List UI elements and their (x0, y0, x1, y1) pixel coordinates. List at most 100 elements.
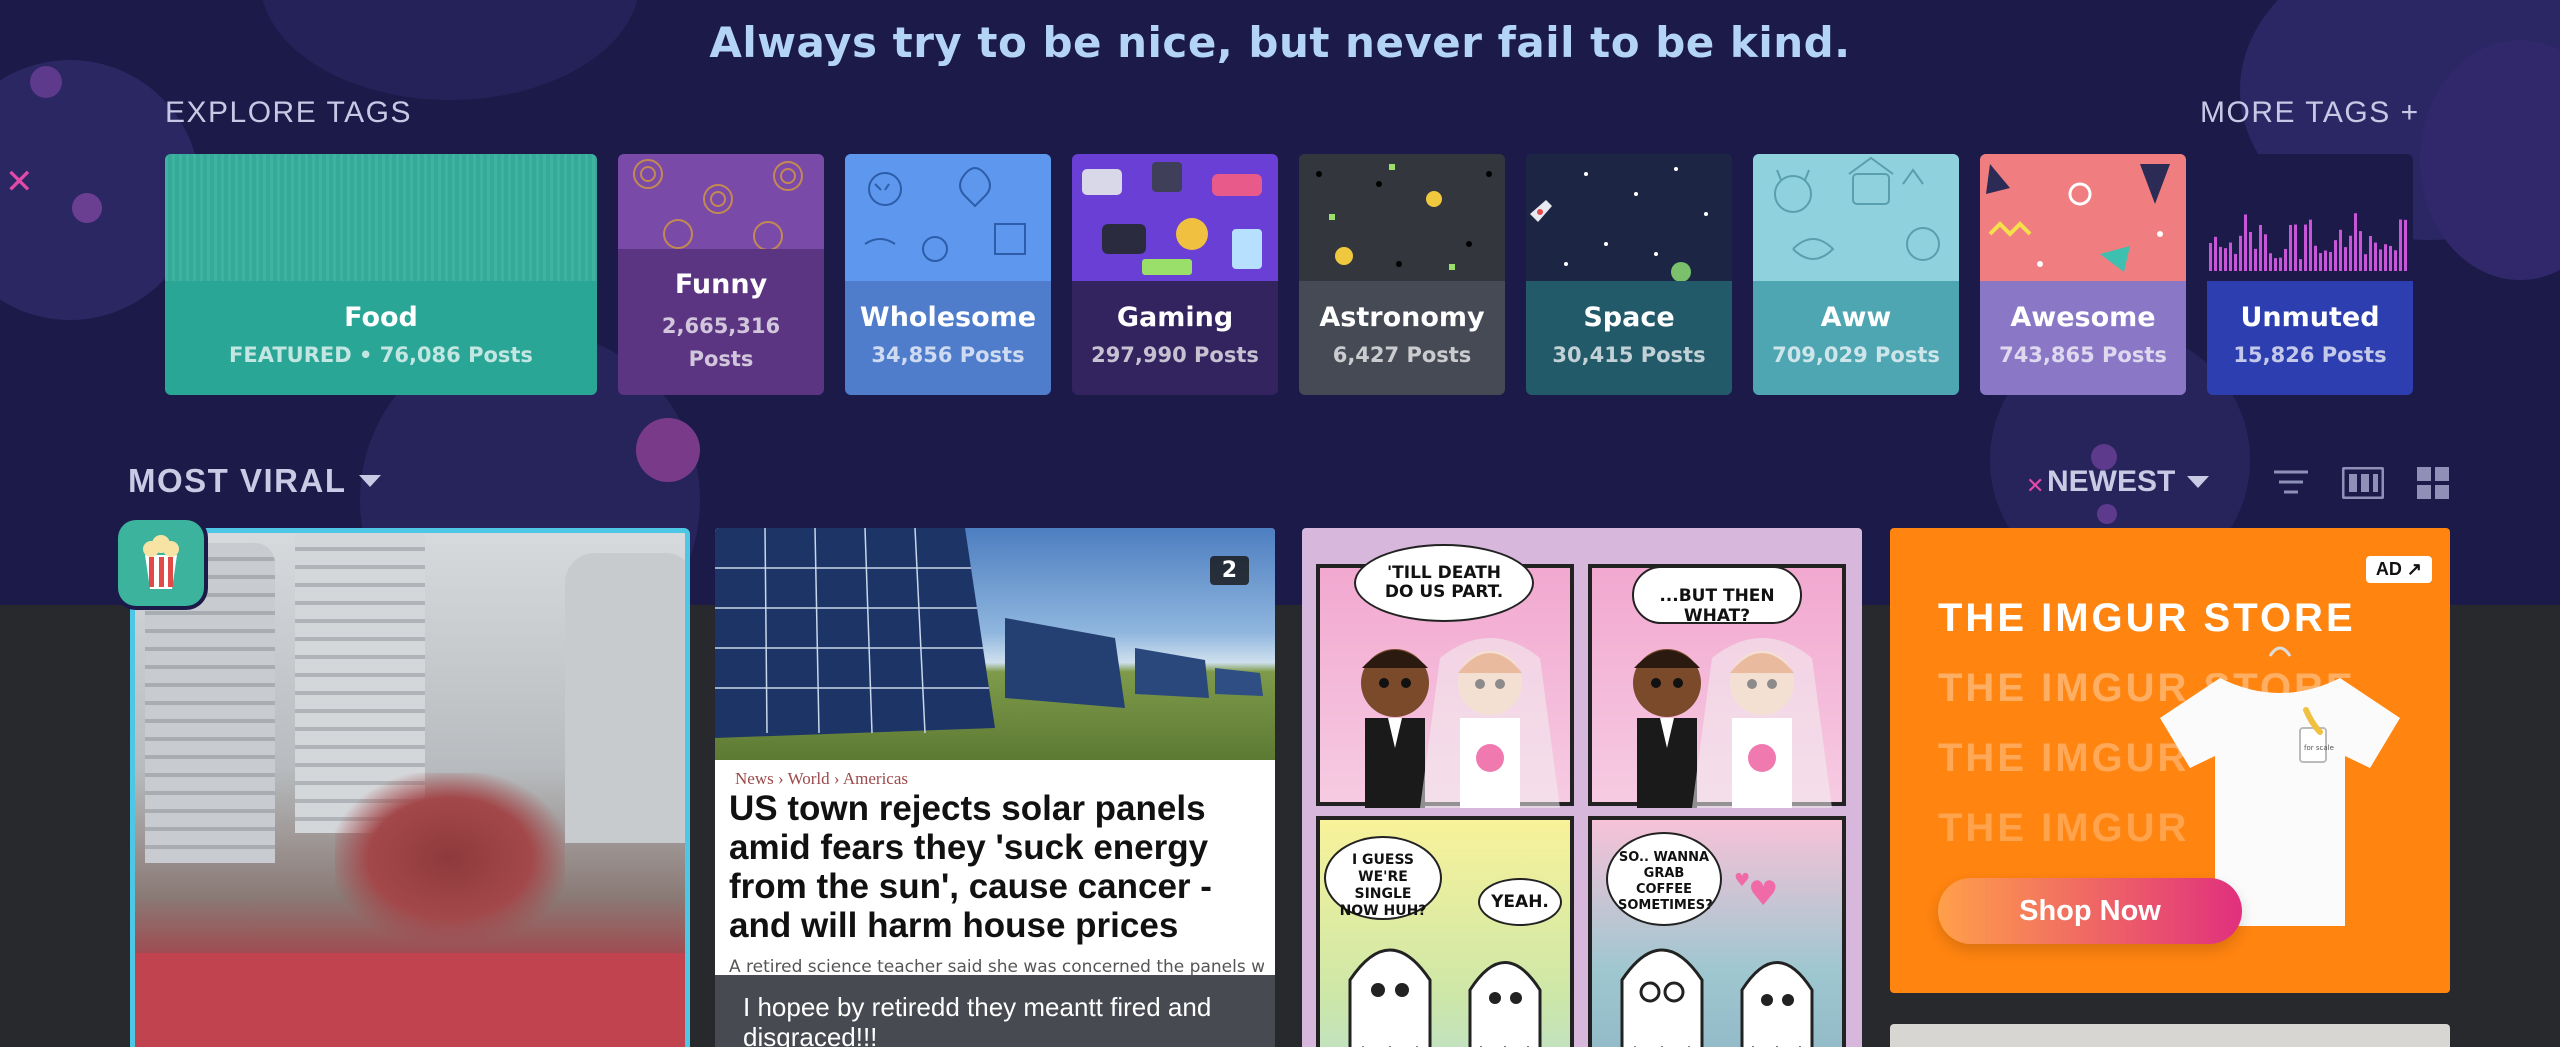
tag-card-awesome[interactable]: Awesome 743,865 Posts (1980, 154, 2186, 395)
heart-icon: ♥ (1734, 870, 1751, 891)
article-breadcrumb: News › World › Americas (735, 769, 908, 788)
tag-count: 297,990 Posts (1091, 343, 1259, 367)
post-card-next[interactable] (1890, 1024, 2450, 1047)
comic-panel: I GUESS WE'RE SINGLE NOW HUH? YEAH. (1316, 816, 1574, 1047)
wine-spill (335, 773, 565, 943)
food-tag-art (165, 154, 597, 281)
rocket-stars-icon (1530, 167, 1708, 281)
tag-name: Wholesome (859, 302, 1037, 333)
shop-now-button[interactable]: Shop Now (1938, 878, 2242, 944)
animals-pattern-icon (1774, 156, 1940, 261)
tag-card-astronomy[interactable]: Astronomy 6,427 Posts (1299, 154, 1505, 395)
ad-badge: AD ↗ (2365, 556, 2432, 583)
tag-name: Aww (1820, 302, 1892, 333)
unmuted-tag-art (2207, 154, 2413, 281)
sort-label: NEWEST (2047, 465, 2176, 498)
ghosts-drawing (1348, 948, 1542, 1047)
motto-text: Always try to be nice, but never fail to… (709, 18, 1851, 67)
couple-drawing (1633, 638, 1832, 808)
view-toggle-group (2272, 466, 2450, 500)
tag-count: 743,865 Posts (1999, 343, 2167, 367)
wholesome-tag-art (845, 154, 1051, 281)
tag-count-unit: Posts (688, 347, 754, 371)
awesome-tag-art (1980, 154, 2186, 281)
tag-count: 30,415 Posts (1552, 343, 1706, 367)
uniform-grid-icon[interactable] (2342, 467, 2384, 499)
store-title: THE IMGUR STORE (1938, 596, 2356, 640)
post-card-comic[interactable]: 'TILL DEATH DO US PART. ...BUT THEN WHAT… (1302, 528, 1862, 1047)
decor-dot (636, 418, 700, 482)
tag-card-funny[interactable]: Funny 2,665,316 Posts (618, 154, 824, 395)
chevron-down-icon (2187, 476, 2210, 488)
ad-badge-text: AD (2375, 559, 2402, 579)
waterfall-grid-icon[interactable] (2416, 466, 2450, 500)
sound-wave-icon (2209, 213, 2407, 271)
post-card-video[interactable] (130, 528, 690, 1047)
more-tags-link[interactable]: MORE TAGS + (2200, 96, 2420, 130)
heart-icon: ♥ (1748, 874, 1779, 914)
web-pattern-icon (633, 159, 803, 249)
chevron-down-icon (358, 475, 381, 487)
explore-tags-label: EXPLORE TAGS (165, 96, 412, 129)
tag-card-gaming[interactable]: Gaming 297,990 Posts (1072, 154, 1278, 395)
article-headline: US town rejects solar panels amid fears … (729, 789, 1212, 945)
planets-pattern-icon (1316, 164, 1492, 270)
wine-flood (135, 953, 685, 1047)
tag-card-wholesome[interactable]: Wholesome 34,856 Posts (845, 154, 1051, 395)
couple-drawing (1361, 638, 1560, 808)
controller-pattern-icon (1082, 162, 1262, 275)
tag-card-space[interactable]: Space 30,415 Posts (1526, 154, 1732, 395)
article-subtext: A retired science teacher said she was c… (729, 957, 1264, 977)
decor-dot (72, 193, 102, 223)
image-count-badge: 2 (1209, 556, 1249, 585)
tag-count: 34,856 Posts (871, 343, 1025, 367)
tag-count: 6,427 Posts (1332, 343, 1472, 367)
doodle-pattern-icon (864, 167, 1026, 262)
thought-bubble: ...BUT THEN WHAT? (1632, 566, 1802, 626)
silo-right (565, 553, 685, 843)
gaming-tag-art (1072, 154, 1278, 281)
memphis-pattern-icon (1986, 164, 2170, 272)
funny-tag-art (618, 154, 824, 249)
popcorn-badge-icon (118, 520, 204, 606)
tag-name: Space (1583, 302, 1675, 333)
astronomy-tag-art (1299, 154, 1505, 281)
tag-name: Unmuted (2240, 302, 2380, 333)
ad-card-imgur-store[interactable]: AD ↗ THE IMGUR STORE THE IMGUR STORE THE… (1890, 528, 2450, 993)
tag-name: Funny (674, 269, 768, 300)
tag-count: 709,029 Posts (1772, 343, 1940, 367)
tag-card-aww[interactable]: Aww 709,029 Posts (1753, 154, 1959, 395)
tag-count: 2,665,316 Posts (618, 310, 824, 376)
tag-card-food[interactable]: Food FEATURED • 76,086 Posts (165, 154, 597, 395)
decor-dot (30, 66, 62, 98)
filter-icon[interactable] (2272, 467, 2310, 499)
decor-x-icon: ✕ (5, 162, 34, 202)
speech-bubble: SO.. WANNA GRAB COFFEE SOMETIMES? (1606, 832, 1722, 926)
most-viral-dropdown[interactable]: MOST VIRAL (128, 462, 381, 500)
aww-tag-art (1753, 154, 1959, 281)
tag-name: Awesome (2010, 302, 2156, 333)
tag-count: 15,826 Posts (2233, 343, 2387, 367)
tag-count-number: 2,665,316 (661, 314, 781, 338)
speech-bubble: I GUESS WE'RE SINGLE NOW HUH? (1324, 836, 1442, 920)
tag-card-unmuted[interactable]: Unmuted 15,826 Posts (2207, 154, 2413, 395)
shirt-tag-text: for scale (2304, 744, 2334, 752)
comic-panel: SO.. WANNA GRAB COFFEE SOMETIMES? ♥ ♥ (1588, 816, 1846, 1047)
speech-bubble: 'TILL DEATH DO US PART. (1354, 544, 1534, 622)
post-caption: I hopee by retiredd they meantt fired an… (743, 992, 1212, 1047)
decor-x-icon: ✕ (2026, 474, 2045, 499)
speech-bubble: YEAH. (1478, 878, 1562, 926)
most-viral-label: MOST VIRAL (128, 462, 347, 499)
sort-dropdown[interactable]: NEWEST (2047, 465, 2210, 499)
tag-name: Astronomy (1319, 302, 1485, 333)
tag-name: Food (344, 302, 418, 333)
tag-count: FEATURED • 76,086 Posts (229, 343, 533, 367)
comic-panel: ...BUT THEN WHAT? (1588, 564, 1846, 808)
space-tag-art (1526, 154, 1732, 281)
post-card-article[interactable]: 2 News › World › Americas US town reject… (715, 528, 1275, 1047)
solar-panels-icon (715, 528, 1263, 738)
hero-banner: ✕ ✕ Always try to be nice, but never fai… (0, 0, 2560, 605)
shop-now-label: Shop Now (2019, 894, 2161, 927)
ghosts-drawing (1620, 948, 1814, 1047)
decor-dot (2097, 504, 2117, 524)
